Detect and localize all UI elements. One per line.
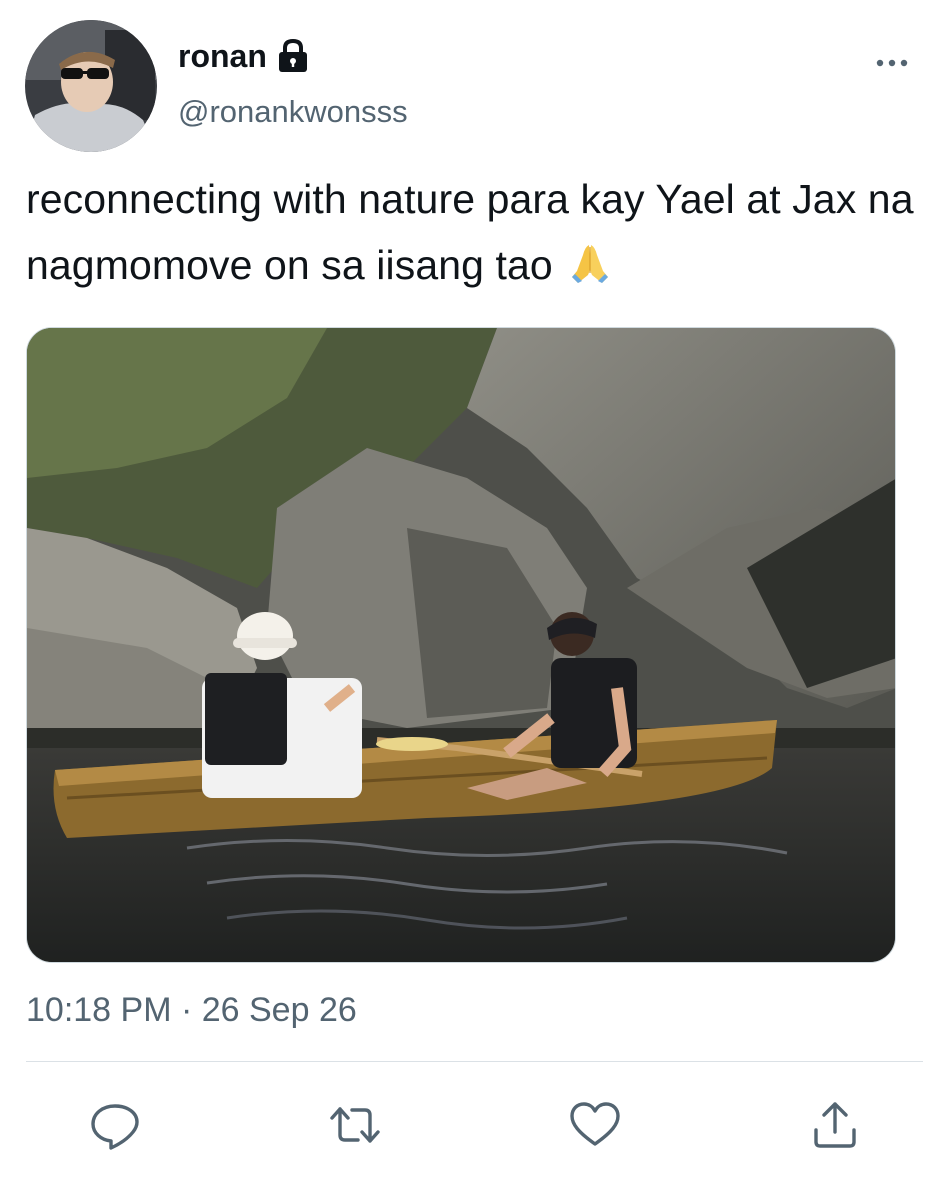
more-button[interactable] xyxy=(868,48,916,78)
like-button[interactable] xyxy=(568,1098,622,1152)
tweet-media-photo[interactable] xyxy=(26,327,896,963)
tweet-text: reconnecting with nature para kay Yael a… xyxy=(26,166,926,298)
display-name[interactable]: ronan xyxy=(178,36,311,76)
reply-icon xyxy=(91,1104,139,1150)
display-name-text: ronan xyxy=(178,38,267,74)
heart-icon xyxy=(570,1102,620,1146)
folded-hands-icon xyxy=(568,238,612,283)
lock-icon xyxy=(275,38,311,74)
share-icon xyxy=(814,1102,856,1148)
tweet: ronan @ronankwonsss reconnecting with na… xyxy=(0,0,949,1200)
more-icon xyxy=(876,59,908,67)
tweet-text-content: reconnecting with nature para kay Yael a… xyxy=(26,176,914,288)
share-button[interactable] xyxy=(808,1098,862,1152)
avatar[interactable] xyxy=(25,20,157,152)
canoe-photo xyxy=(27,328,895,962)
retweet-icon xyxy=(330,1107,380,1143)
divider xyxy=(26,1061,923,1062)
user-handle[interactable]: @ronankwonsss xyxy=(178,92,408,132)
tweet-timestamp[interactable]: 10:18 PM · 26 Sep 26 xyxy=(26,988,357,1032)
avatar-photo xyxy=(25,20,157,152)
retweet-button[interactable] xyxy=(328,1098,382,1152)
reply-button[interactable] xyxy=(88,1098,142,1152)
